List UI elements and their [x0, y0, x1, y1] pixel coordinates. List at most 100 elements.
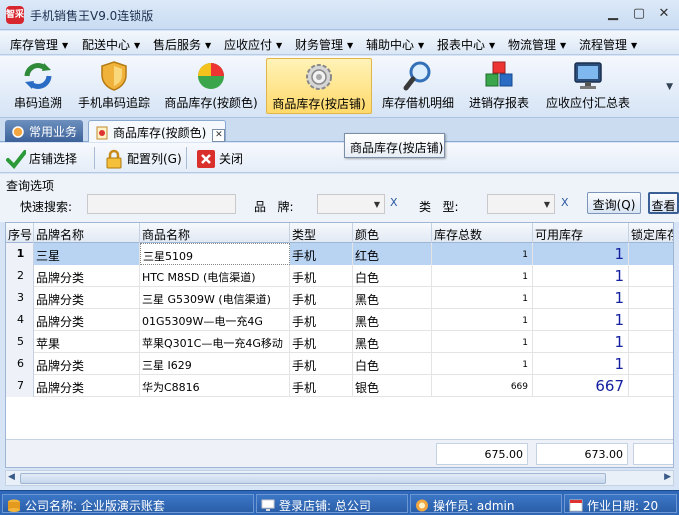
config-columns-button[interactable]: 配置列(G) [104, 149, 182, 169]
table-row[interactable]: 6 品牌分类 三星 I629 手机 白色 1 1 [6, 353, 673, 375]
menu-distribution[interactable]: 配送中心 ▼ [82, 36, 140, 53]
database-icon [8, 499, 20, 512]
chevron-down-icon: ▼ [62, 41, 69, 50]
gear-icon [306, 64, 332, 90]
menu-bar: 库存管理 ▼ 配送中心 ▼ 售后服务 ▼ 应收应付 ▼ 财务管理 ▼ 辅助中心 ▼ 报表中心… [0, 31, 679, 55]
monitor-icon [261, 499, 275, 511]
chevron-down-icon: ▼ [347, 41, 354, 50]
col-header-total-stock[interactable]: 库存总数 [432, 223, 533, 243]
horizontal-scrollbar[interactable]: ◀ ▶ [5, 470, 674, 486]
scroll-left-icon[interactable]: ◀ [8, 472, 15, 482]
menu-workflow[interactable]: 流程管理 ▼ [579, 36, 637, 53]
col-header-available-stock[interactable]: 可用库存 [533, 223, 629, 243]
toolbar: 串码追溯 手机串码追踪 商品库存(按颜色) 商品库存(按店铺) 库存借机明细 进… [0, 56, 679, 118]
brand-combo[interactable]: ▼ [317, 194, 385, 214]
status-company: 公司名称: 企业版演示账套 [2, 494, 254, 513]
close-button[interactable]: 关闭 [196, 149, 243, 169]
col-header-color[interactable]: 颜色 [353, 223, 432, 243]
query-panel: 查询选项 快速搜索: 品 牌: ▼ X 类 型: ▼ X 查询(Q) 查看 [0, 174, 679, 222]
tab-document-icon [96, 126, 108, 140]
col-header-product[interactable]: 商品名称 [140, 223, 290, 243]
separator [94, 147, 95, 169]
menu-finance[interactable]: 财务管理 ▼ [295, 36, 353, 53]
chevron-down-icon: ▼ [276, 41, 283, 50]
table-row[interactable]: 4 品牌分类 01G5309W—电一充4G 手机 黑色 1 1 [6, 309, 673, 331]
menu-inventory[interactable]: 库存管理 ▼ [10, 36, 68, 53]
toolbar-tooltip: 商品库存(按店铺) [344, 133, 445, 158]
magnifier-icon [403, 61, 431, 91]
store-select-button[interactable]: 店铺选择 [6, 149, 77, 169]
refresh-arrows-icon [24, 63, 52, 89]
col-header-brand[interactable]: 品牌名称 [34, 223, 140, 243]
lock-icon [106, 149, 122, 169]
command-bar: 店铺选择 配置列(G) 关闭 [0, 143, 679, 173]
table-row[interactable]: 7 品牌分类 华为C8816 手机 银色 669 667 [6, 375, 673, 397]
chevron-down-icon: ▼ [631, 41, 638, 50]
maximize-icon[interactable]: ▢ [630, 6, 648, 21]
shield-icon [101, 61, 127, 91]
chevron-down-icon: ▼ [489, 41, 496, 50]
toolbar-more-icon[interactable]: ▼ [666, 82, 673, 92]
user-icon [416, 499, 428, 512]
type-label: 类 型: [419, 200, 459, 214]
table-row[interactable]: 1 三星 三星5109 手机 红色 1 1 [6, 243, 673, 265]
title-bar: 智采 手机销售王V9.0连锁版 ▁ ▢ ✕ [0, 0, 679, 30]
tool-stock-by-store[interactable]: 商品库存(按店铺) [266, 58, 372, 114]
type-clear-button[interactable]: X [561, 196, 569, 209]
scroll-right-icon[interactable]: ▶ [664, 472, 671, 482]
col-header-index[interactable]: 序号 [6, 223, 34, 243]
menu-reports[interactable]: 报表中心 ▼ [437, 36, 495, 53]
status-operator: 操作员: admin [410, 494, 562, 513]
brand-clear-button[interactable]: X [390, 196, 398, 209]
document-tabs: 常用业务 商品库存(按颜色) ✕ [0, 118, 679, 142]
color-ball-icon [198, 63, 224, 89]
menu-receivable[interactable]: 应收应付 ▼ [224, 36, 282, 53]
tool-stock-borrow-detail[interactable]: 库存借机明细 [378, 58, 458, 114]
sum-locked-stock [633, 443, 673, 465]
monitor-icon [574, 62, 602, 89]
chevron-down-icon: ▼ [134, 41, 141, 50]
tool-inventory-report[interactable]: 进销存报表 [465, 58, 533, 114]
status-date: 作业日期: 20 [564, 494, 677, 513]
gear-icon [12, 126, 24, 138]
view-button[interactable]: 查看 [648, 192, 679, 214]
checkmark-icon [6, 150, 26, 169]
col-header-type[interactable]: 类型 [290, 223, 353, 243]
tab-common-business[interactable]: 常用业务 [5, 120, 83, 142]
grid-header: 序号 品牌名称 商品名称 类型 颜色 库存总数 可用库存 锁定库存 [6, 223, 673, 243]
close-tab-icon[interactable]: ✕ [212, 129, 226, 142]
close-window-icon[interactable]: ✕ [655, 6, 673, 21]
chevron-down-icon: ▼ [560, 41, 567, 50]
chevron-down-icon: ▼ [418, 41, 425, 50]
menu-assist[interactable]: 辅助中心 ▼ [366, 36, 424, 53]
query-button[interactable]: 查询(Q) [587, 192, 641, 214]
cubes-icon [485, 61, 513, 87]
menu-after-sales[interactable]: 售后服务 ▼ [153, 36, 211, 53]
table-row[interactable]: 3 品牌分类 三星 G5309W (电信渠道) 手机 黑色 1 1 [6, 287, 673, 309]
chevron-down-icon: ▼ [205, 41, 212, 50]
status-store: 登录店铺: 总公司 [256, 494, 408, 513]
tool-phone-imei-track[interactable]: 手机串码追踪 [74, 58, 154, 114]
col-header-locked-stock[interactable]: 锁定库存 [629, 223, 673, 243]
window-title: 手机销售王V9.0连锁版 [30, 9, 154, 23]
table-row[interactable]: 2 品牌分类 HTC M8SD (电信渠道) 手机 白色 1 1 [6, 265, 673, 287]
brand-label: 品 牌: [254, 200, 294, 214]
sum-available-stock: 673.00 [536, 443, 628, 465]
tool-imei-trace[interactable]: 串码追溯 [8, 58, 68, 114]
chevron-down-icon: ▼ [373, 200, 380, 209]
menu-logistics[interactable]: 物流管理 ▼ [508, 36, 566, 53]
app-logo-icon: 智采 [6, 6, 24, 24]
type-combo[interactable]: ▼ [487, 194, 555, 214]
stock-grid: 序号 品牌名称 商品名称 类型 颜色 库存总数 可用库存 锁定库存 1 三星 三… [5, 222, 674, 468]
summary-row: 675.00 673.00 [6, 439, 673, 467]
tool-ar-ap-summary[interactable]: 应收应付汇总表 [542, 58, 634, 114]
tab-stock-by-color[interactable]: 商品库存(按颜色) ✕ [88, 120, 226, 142]
tool-stock-by-color[interactable]: 商品库存(按颜色) [162, 58, 260, 114]
scrollbar-thumb[interactable] [20, 473, 606, 484]
chevron-down-icon: ▼ [543, 200, 550, 209]
quick-search-input[interactable] [87, 194, 236, 214]
minimize-icon[interactable]: ▁ [604, 6, 622, 21]
sum-total-stock: 675.00 [436, 443, 528, 465]
table-row[interactable]: 5 苹果 苹果Q301C—电一充4G移动 手机 黑色 1 1 [6, 331, 673, 353]
query-options-title: 查询选项 [6, 179, 55, 193]
